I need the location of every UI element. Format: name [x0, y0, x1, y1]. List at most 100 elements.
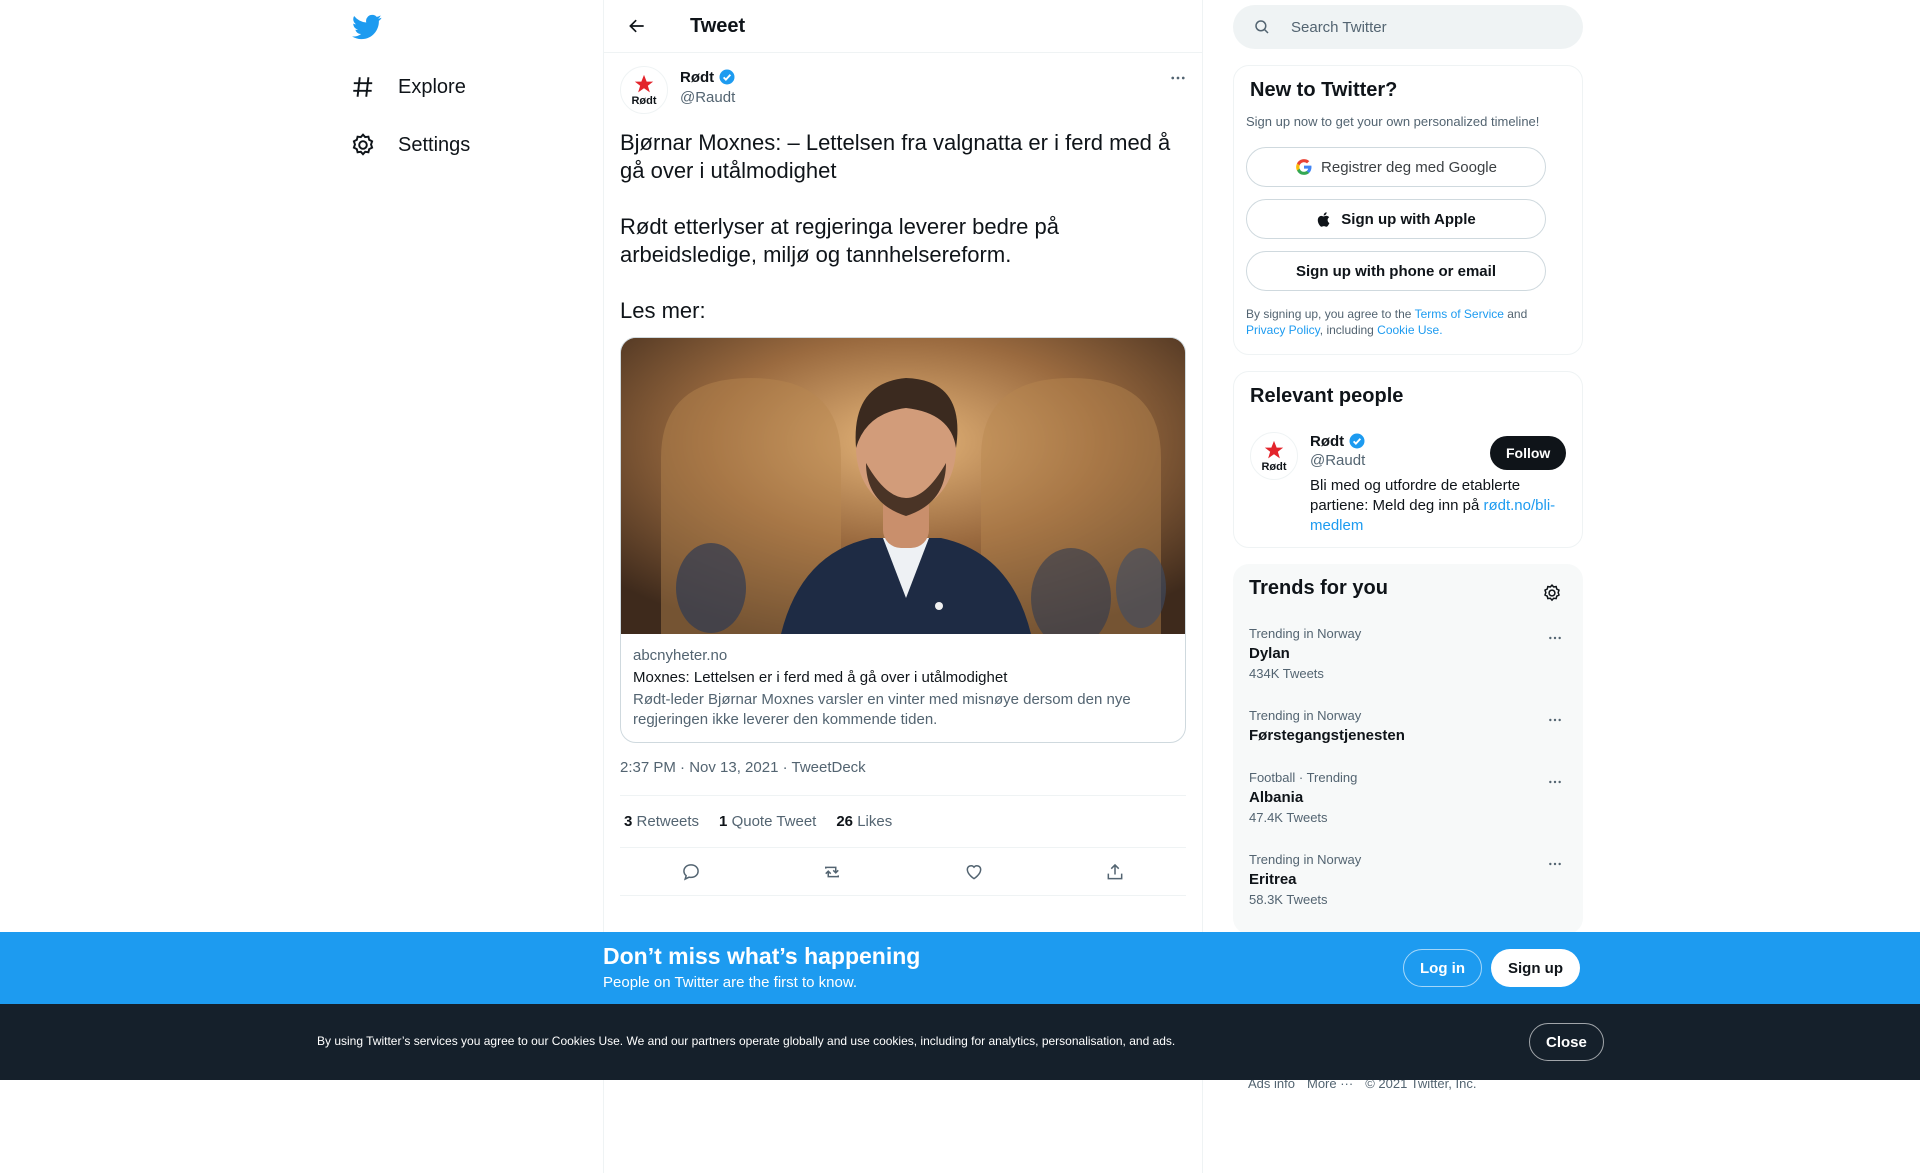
trend-name: Eritrea	[1249, 871, 1297, 888]
trend-name: Albania	[1249, 789, 1304, 806]
trend-item[interactable]: Trending in Norway Førstegangstjenesten	[1249, 708, 1567, 744]
likes-label: Likes	[857, 813, 893, 830]
trend-name: Førstegangstjenesten	[1249, 727, 1405, 744]
google-icon	[1295, 158, 1313, 176]
more-options-icon[interactable]	[1543, 708, 1567, 732]
card-image	[621, 338, 1185, 634]
share-icon[interactable]	[1098, 855, 1132, 889]
card-title: Moxnes: Lettelsen er i ferd med å gå ove…	[633, 669, 1008, 686]
relevant-person-handle[interactable]: @Raudt	[1310, 452, 1366, 469]
trend-count: 47.4K Tweets	[1249, 810, 1328, 825]
avatar: Rødt	[620, 66, 668, 114]
signup-legal-text: By signing up, you agree to the Terms of…	[1246, 306, 1566, 338]
rodt-star-icon	[634, 74, 654, 92]
trend-item[interactable]: Trending in Norway Eritrea 58.3K Tweets	[1249, 852, 1567, 907]
login-banner: Don’t miss what’s happening People on Tw…	[0, 932, 1920, 1004]
avatar-wordmark: Rødt	[631, 94, 657, 107]
signup-panel-title: New to Twitter?	[1250, 79, 1398, 101]
legal-including: , including	[1319, 323, 1378, 337]
nav-item-settings[interactable]: Settings	[348, 120, 470, 170]
tweet-actions	[620, 848, 1186, 896]
tweet-text-paragraph-2: Rødt etterlyser at regjeringa leverer be…	[620, 214, 1059, 267]
google-signup-label: Registrer deg med Google	[1321, 158, 1497, 176]
card-description: Rødt-leder Bjørnar Moxnes varsler en vin…	[633, 691, 1131, 728]
legal-prefix: By signing up, you agree to the	[1246, 307, 1415, 321]
tweet-header: Tweet	[604, 0, 1202, 53]
relevant-avatar[interactable]: Rødt	[1250, 432, 1298, 480]
trend-count: 58.3K Tweets	[1249, 892, 1328, 907]
quotes-stat[interactable]: 1 Quote Tweet	[719, 813, 816, 830]
card-domain: abcnyheter.no	[633, 647, 728, 664]
reply-icon[interactable]	[674, 855, 708, 889]
quotes-count: 1	[719, 813, 728, 830]
signup-panel: New to Twitter? Sign up now to get your …	[1233, 65, 1583, 355]
link-card[interactable]: abcnyheter.no Moxnes: Lettelsen er i fer…	[620, 337, 1186, 743]
more-options-icon[interactable]	[1164, 66, 1192, 90]
rodt-star-icon	[1264, 440, 1284, 458]
retweet-icon[interactable]	[815, 855, 849, 889]
like-heart-icon[interactable]	[957, 855, 991, 889]
avatar-wordmark: Rødt	[1261, 460, 1287, 473]
back-arrow-icon[interactable]	[620, 9, 654, 43]
nav-item-label: Settings	[398, 133, 471, 156]
twitter-logo-icon[interactable]	[352, 12, 382, 42]
trends-title: Trends for you	[1249, 577, 1388, 599]
apple-signup-label: Sign up with Apple	[1341, 210, 1476, 228]
relevant-person-name[interactable]: Rødt	[1310, 433, 1344, 450]
close-button[interactable]: Close	[1529, 1023, 1604, 1061]
signup-button[interactable]: Sign up	[1491, 949, 1580, 987]
trend-count: 434K Tweets	[1249, 666, 1324, 681]
search-box[interactable]	[1233, 5, 1583, 49]
cookie-bar: By using Twitter’s services you agree to…	[0, 1004, 1920, 1080]
relevant-person-bio: Bli med og utfordre de etablerte partien…	[1310, 476, 1570, 536]
trend-category: Trending in Norway	[1249, 708, 1362, 723]
trend-category: Football · Trending	[1249, 770, 1358, 785]
signup-panel-subtitle: Sign up now to get your own personalized…	[1246, 114, 1540, 129]
nav-item-explore[interactable]: Explore	[348, 62, 466, 112]
author-avatar[interactable]: Rødt	[620, 66, 668, 114]
google-signup-button[interactable]: Registrer deg med Google	[1246, 147, 1546, 187]
legal-and: and	[1503, 307, 1528, 321]
terms-link[interactable]: Terms of Service	[1415, 307, 1504, 321]
trend-item[interactable]: Trending in Norway Dylan 434K Tweets	[1249, 626, 1567, 681]
relevant-people-panel: Relevant people Rødt Rødt @Raudt Follow …	[1233, 371, 1583, 548]
tweet-timestamp[interactable]: 2:37 PM · Nov 13, 2021 · TweetDeck	[620, 759, 866, 776]
phone-email-signup-label: Sign up with phone or email	[1295, 262, 1496, 280]
gear-icon	[348, 130, 378, 160]
login-button[interactable]: Log in	[1403, 949, 1482, 987]
relevant-people-title: Relevant people	[1250, 385, 1404, 407]
retweets-stat[interactable]: 3 Retweets	[624, 813, 699, 830]
trends-panel: Trends for you Trending in Norway Dylan …	[1233, 564, 1583, 934]
more-options-icon[interactable]	[1543, 852, 1567, 876]
avatar: Rødt	[1250, 432, 1298, 480]
verified-badge-icon	[718, 68, 736, 86]
cookie-text: By using Twitter’s services you agree to…	[317, 1034, 1176, 1048]
likes-stat[interactable]: 26 Likes	[836, 813, 892, 830]
phone-email-signup-button[interactable]: Sign up with phone or email	[1246, 251, 1546, 291]
tweet-text-paragraph-3: Les mer:	[620, 298, 706, 323]
follow-button[interactable]: Follow	[1490, 436, 1567, 470]
search-input[interactable]	[1291, 18, 1541, 36]
banner-subtext: People on Twitter are the first to know.	[603, 974, 858, 991]
gear-icon[interactable]	[1537, 578, 1567, 608]
apple-signup-button[interactable]: Sign up with Apple	[1246, 199, 1546, 239]
retweets-count: 3	[624, 813, 633, 830]
author-name[interactable]: Rødt	[680, 69, 714, 86]
cookie-use-link[interactable]: Cookie Use.	[1377, 323, 1442, 337]
trend-category: Trending in Norway	[1249, 626, 1362, 641]
trend-category: Trending in Norway	[1249, 852, 1362, 867]
banner-headline: Don’t miss what’s happening	[603, 943, 921, 969]
retweets-label: Retweets	[636, 813, 700, 830]
author-info: Rødt @Raudt	[680, 68, 736, 107]
author-handle[interactable]: @Raudt	[680, 89, 736, 106]
trend-name: Dylan	[1249, 645, 1290, 662]
likes-count: 26	[836, 813, 854, 830]
privacy-link[interactable]: Privacy Policy	[1246, 323, 1320, 337]
relevant-person-info: Rødt @Raudt	[1310, 432, 1366, 470]
card-meta: abcnyheter.no Moxnes: Lettelsen er i fer…	[621, 634, 1185, 742]
more-options-icon[interactable]	[1543, 626, 1567, 650]
apple-icon	[1316, 211, 1333, 228]
search-icon	[1253, 18, 1271, 36]
trend-item[interactable]: Football · Trending Albania 47.4K Tweets	[1249, 770, 1567, 825]
more-options-icon[interactable]	[1543, 770, 1567, 794]
